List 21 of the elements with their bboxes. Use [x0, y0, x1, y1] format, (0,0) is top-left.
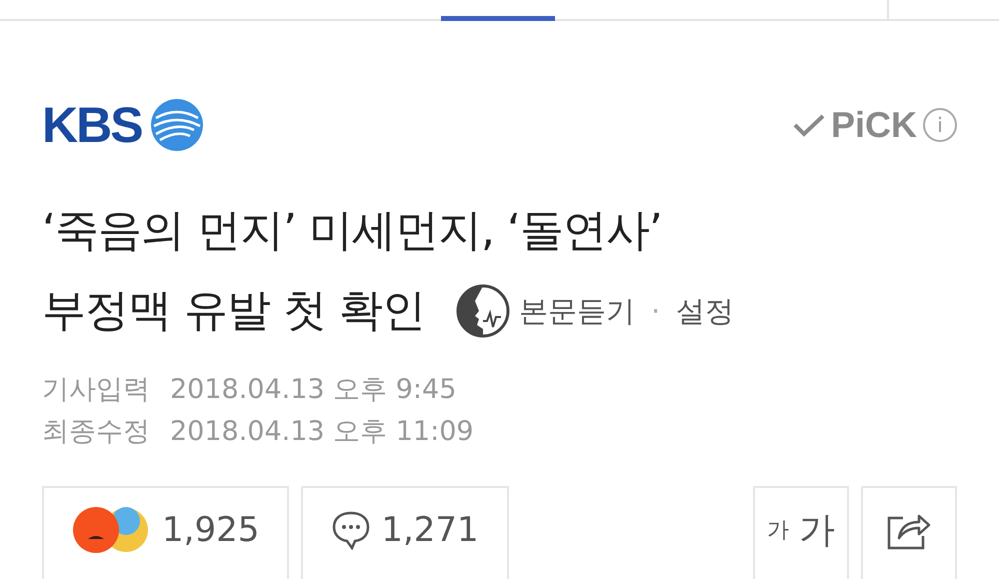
- date-label: 기사입력: [42, 373, 150, 407]
- headline: 부정맥 유발 첫 확인: [42, 284, 425, 338]
- reaction-button[interactable]: 1,925: [42, 486, 290, 579]
- share-button[interactable]: [861, 486, 957, 579]
- comment-button[interactable]: 1,271: [301, 486, 509, 579]
- speech-bubble-icon: [331, 510, 372, 550]
- check-icon: [792, 113, 825, 137]
- pick-label: PiCK: [830, 107, 917, 143]
- globe-icon: [150, 98, 204, 152]
- date-value: 2018.04.13 오후 11:09: [170, 415, 474, 449]
- separator: ·: [650, 293, 662, 330]
- speaker-face-icon[interactable]: [454, 283, 511, 339]
- date-label: 최종수정: [42, 415, 150, 449]
- reaction-count: 1,925: [162, 510, 260, 550]
- date-value: 2018.04.13 오후 9:45: [170, 373, 456, 407]
- publisher-logo[interactable]: KBS: [42, 100, 142, 150]
- font-size-button[interactable]: 가 가: [753, 486, 849, 579]
- headline: ‘죽음의 먼지’ 미세먼지, ‘돌연사’: [42, 204, 663, 258]
- settings-link[interactable]: 설정: [676, 271, 734, 351]
- listen-link[interactable]: 본문듣기: [518, 271, 635, 351]
- comment-count: 1,271: [381, 510, 479, 550]
